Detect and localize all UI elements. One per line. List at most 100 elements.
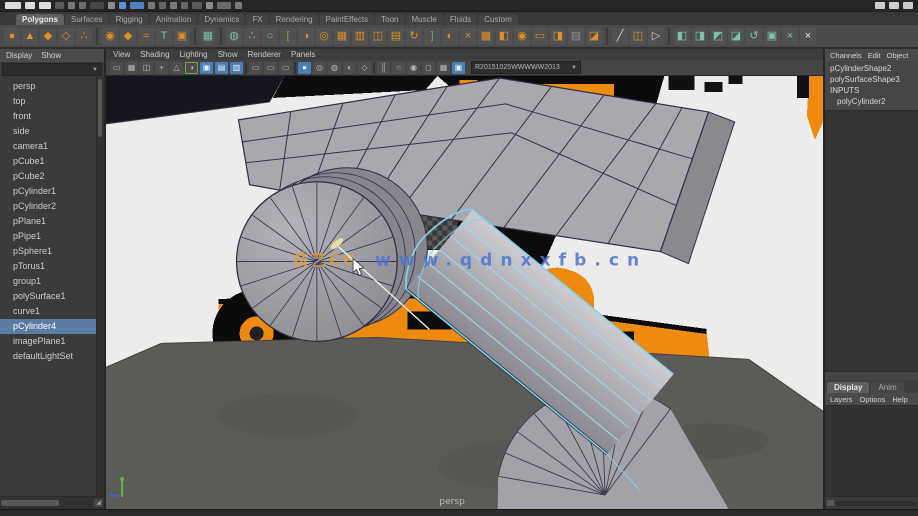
- viewport-toolbar-icon[interactable]: [373, 62, 375, 74]
- scrollbar-thumb[interactable]: [98, 79, 102, 137]
- checker-map-icon[interactable]: ▨: [568, 28, 584, 45]
- shelf-tab[interactable]: Animation: [150, 14, 198, 25]
- status-icon[interactable]: [170, 2, 177, 9]
- snap-icon[interactable]: [119, 2, 126, 9]
- viewport-canvas[interactable]: 技艺CG www.qdnxxfb.cn p: [106, 76, 823, 509]
- rotate-tool-icon[interactable]: ◑: [298, 28, 314, 45]
- ring-icon[interactable]: ○: [262, 28, 278, 45]
- viewport-toolbar-icon[interactable]: [294, 62, 296, 74]
- outliner-horizontal-scrollbar[interactable]: ◢: [0, 496, 104, 509]
- layer-editor-tab[interactable]: Display: [827, 382, 869, 393]
- channel-box-menu-item[interactable]: Object: [887, 51, 909, 60]
- extrude-icon[interactable]: ◩: [710, 28, 726, 45]
- bracket-open-icon[interactable]: [: [280, 28, 296, 45]
- shelf-tab[interactable]: Dynamics: [198, 14, 245, 25]
- outliner-item[interactable]: pTorus1: [0, 259, 104, 274]
- layer-editor-menu-item[interactable]: Help: [892, 395, 907, 404]
- shadows-icon[interactable]: ◇: [358, 62, 371, 74]
- outliner-item[interactable]: front: [0, 109, 104, 124]
- app-menu-block[interactable]: [39, 2, 51, 9]
- shelf-tab[interactable]: Rendering: [270, 14, 319, 25]
- layer-editor-menu-item[interactable]: Options: [860, 395, 886, 404]
- outliner-item[interactable]: pPlane1: [0, 214, 104, 229]
- app-menu-block[interactable]: [25, 2, 35, 9]
- outliner-item[interactable]: imagePlane1: [0, 334, 104, 349]
- outliner-item[interactable]: camera1: [0, 139, 104, 154]
- target-weld-icon[interactable]: ◎: [316, 28, 332, 45]
- camera-attrs-icon[interactable]: ◫: [140, 62, 153, 74]
- channel-box-row[interactable]: polySurfaceShape3: [825, 74, 918, 85]
- grid-icon[interactable]: ▦: [334, 28, 350, 45]
- bars-icon[interactable]: ▥: [352, 28, 368, 45]
- outliner-item[interactable]: group1: [0, 274, 104, 289]
- status-icon[interactable]: [108, 2, 115, 9]
- window-button[interactable]: [903, 2, 913, 9]
- layer-editor-menu-item[interactable]: Layers: [830, 395, 853, 404]
- outliner-item[interactable]: curve1: [0, 304, 104, 319]
- safe-title-icon[interactable]: ▭: [279, 62, 292, 74]
- duplicate-icon[interactable]: ◫: [370, 28, 386, 45]
- layer-editor-tab[interactable]: Anim: [871, 382, 903, 393]
- multi-cut-icon[interactable]: ▣: [764, 28, 780, 45]
- select-mask-icon[interactable]: ▭: [110, 62, 123, 74]
- textured-icon[interactable]: ◍: [328, 62, 341, 74]
- isolate-icon[interactable]: ║: [377, 62, 390, 74]
- drop-icon[interactable]: ◍: [226, 28, 242, 45]
- smooth-cube-icon[interactable]: ◪: [728, 28, 744, 45]
- viewport-toolbar-icon[interactable]: [245, 62, 247, 74]
- outliner-item[interactable]: top: [0, 94, 104, 109]
- shelf-tab[interactable]: PaintEffects: [320, 14, 375, 25]
- shelf-tab[interactable]: FX: [246, 14, 268, 25]
- page-arrow-icon[interactable]: ◨: [550, 28, 566, 45]
- channel-box-menu-item[interactable]: Edit: [868, 51, 881, 60]
- lights-icon[interactable]: ◐: [343, 62, 356, 74]
- ground-plane[interactable]: [106, 337, 823, 509]
- status-icon[interactable]: [206, 2, 213, 9]
- layer-scrollbar[interactable]: [836, 501, 916, 506]
- outliner-vertical-scrollbar[interactable]: [96, 77, 104, 496]
- lattice-icon[interactable]: ▦: [125, 62, 138, 74]
- image-plane-icon[interactable]: △: [170, 62, 183, 74]
- quad-draw-icon[interactable]: ×: [782, 28, 798, 45]
- outliner-item[interactable]: persp: [0, 79, 104, 94]
- outliner-item[interactable]: side: [0, 124, 104, 139]
- viewport-menu-item[interactable]: Show: [218, 50, 238, 59]
- channel-box-row[interactable]: pCylinderShape2: [825, 63, 918, 74]
- outliner-item[interactable]: polySurface1: [0, 289, 104, 304]
- status-icon[interactable]: [217, 2, 231, 9]
- outliner-menu-item[interactable]: Display: [6, 51, 32, 60]
- poly-plane-icon[interactable]: ◇: [58, 28, 74, 45]
- boolean-icon[interactable]: ▣: [174, 28, 190, 45]
- bracket-close-icon[interactable]: ]: [424, 28, 440, 45]
- status-icon[interactable]: [181, 2, 188, 9]
- film-gate-icon[interactable]: ▤: [215, 62, 228, 74]
- gate-mask-icon[interactable]: ▥: [230, 62, 243, 74]
- field-chart-icon[interactable]: ▭: [249, 62, 262, 74]
- outliner-item[interactable]: pCube1: [0, 154, 104, 169]
- channel-box-row[interactable]: INPUTS: [825, 85, 918, 96]
- layer-editor-divider[interactable]: [825, 371, 918, 380]
- cube-ball-icon[interactable]: ◪: [586, 28, 602, 45]
- safe-action-icon[interactable]: ▭: [264, 62, 277, 74]
- shelf-tab[interactable]: Toon: [375, 14, 404, 25]
- status-icon[interactable]: [79, 2, 86, 9]
- snap-icon-active[interactable]: [130, 2, 144, 9]
- sheet-icon[interactable]: ▤: [388, 28, 404, 45]
- outliner-search-input[interactable]: ▼: [2, 63, 102, 76]
- shelf-icon[interactable]: [668, 27, 670, 45]
- poly-helix-icon[interactable]: ≈: [138, 28, 154, 45]
- shelf-tab[interactable]: Rigging: [110, 14, 149, 25]
- outliner-menu-item[interactable]: Show: [41, 51, 61, 60]
- sculpt-sphere-icon[interactable]: ◉: [102, 28, 118, 45]
- outliner-item[interactable]: pPipe1: [0, 229, 104, 244]
- status-icon[interactable]: [192, 2, 202, 9]
- type-tool-icon[interactable]: T: [156, 28, 172, 45]
- crossbones-icon[interactable]: ×: [460, 28, 476, 45]
- cycle-icon[interactable]: ↻: [406, 28, 422, 45]
- panel-layout-icon[interactable]: ▦: [200, 28, 216, 45]
- bridge-icon[interactable]: ◨: [692, 28, 708, 45]
- outliner-item[interactable]: pCube2: [0, 169, 104, 184]
- particles-icon[interactable]: ∴: [244, 28, 260, 45]
- window-button[interactable]: [875, 2, 885, 9]
- outliner-item[interactable]: pCylinder2: [0, 199, 104, 214]
